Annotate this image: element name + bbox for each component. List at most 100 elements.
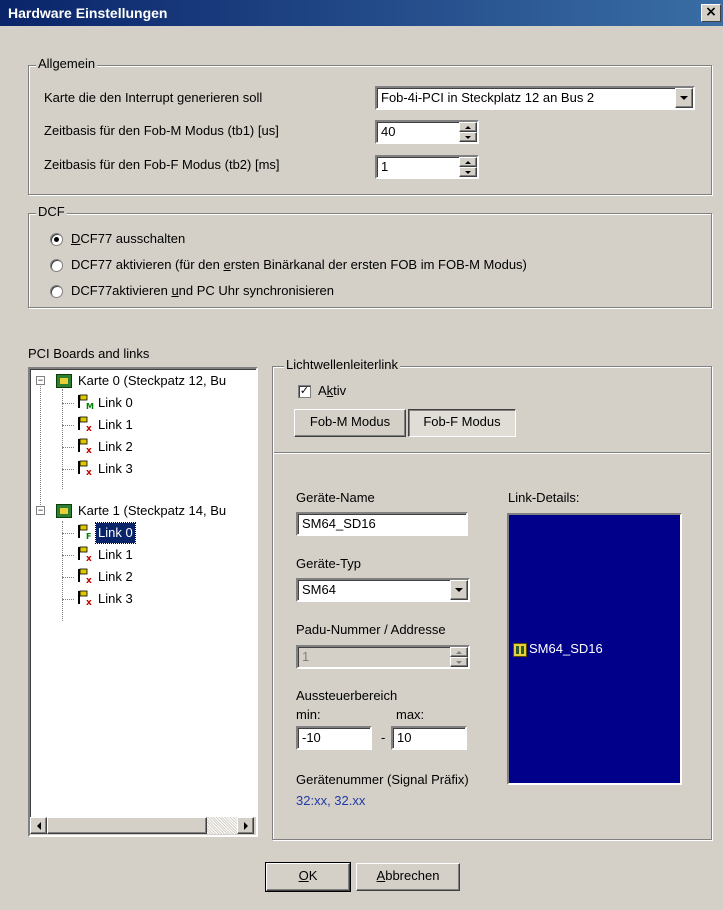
tree-link-label: Link 3 bbox=[98, 461, 133, 476]
pci-tree[interactable]: − Karte 0 (Steckpatz 12, Bu M Link 0 x L… bbox=[28, 367, 258, 837]
geraete-name-input[interactable]: SM64_SD16 bbox=[296, 512, 468, 536]
svg-text:x: x bbox=[86, 424, 92, 432]
radio-icon bbox=[50, 285, 63, 298]
ok-label: K bbox=[308, 868, 318, 883]
checkbox-checked-icon: ✓ bbox=[298, 385, 311, 398]
spin-down-icon bbox=[465, 135, 471, 139]
tb2-input[interactable]: 1 bbox=[375, 155, 479, 179]
spin-up-icon bbox=[465, 160, 471, 164]
svg-text:x: x bbox=[86, 598, 92, 606]
max-input[interactable]: 10 bbox=[391, 726, 467, 750]
tree-line bbox=[40, 381, 41, 511]
dcf-legend: DCF bbox=[36, 204, 67, 219]
tb2-spin-down[interactable] bbox=[459, 167, 477, 177]
chevron-down-icon bbox=[680, 96, 688, 100]
radio-icon bbox=[50, 259, 63, 272]
geraete-typ-select[interactable]: SM64 bbox=[296, 578, 470, 602]
device-icon bbox=[513, 643, 527, 657]
tb2-spin-up[interactable] bbox=[459, 157, 477, 167]
link-flag-icon: x bbox=[78, 416, 92, 432]
min-label: min: bbox=[296, 707, 321, 722]
close-button[interactable]: × bbox=[701, 4, 721, 22]
tree-link-label: Link 0 bbox=[98, 395, 133, 410]
pci-board-icon bbox=[56, 504, 72, 518]
tb2-label: Zeitbasis für den Fob-F Modus (tb2) [ms] bbox=[44, 157, 280, 172]
dcf-option-sync-label: DCF77aktivieren und PC Uhr synchronisier… bbox=[71, 283, 335, 298]
dcf-option-activate[interactable]: DCF77 aktivieren (für den ersten Binärka… bbox=[50, 257, 670, 275]
chevron-down-icon bbox=[455, 588, 463, 592]
interrupt-select[interactable]: Fob-4i-PCI in Steckplatz 12 an Bus 2 bbox=[375, 86, 695, 110]
tree-link-label: Link 1 bbox=[98, 417, 133, 432]
link-flag-icon: x bbox=[78, 460, 92, 476]
geraete-typ-dropdown-button[interactable] bbox=[450, 580, 468, 600]
padu-spin-up bbox=[450, 647, 468, 657]
svg-text:x: x bbox=[86, 468, 92, 476]
link-details-label: Link-Details: bbox=[508, 490, 580, 505]
spin-up-icon bbox=[465, 125, 471, 129]
geraete-typ-label: Geräte-Typ bbox=[296, 556, 362, 571]
cancel-label: bbrechen bbox=[385, 868, 440, 883]
interrupt-dropdown-button[interactable] bbox=[675, 88, 693, 108]
spin-down-icon bbox=[465, 170, 471, 174]
tb1-spin-down[interactable] bbox=[459, 132, 477, 142]
fob-m-mode-button[interactable]: Fob-M Modus bbox=[294, 409, 406, 437]
close-icon: × bbox=[705, 4, 717, 20]
collapse-icon[interactable]: − bbox=[36, 506, 45, 515]
link-legend: Lichtwellenleiterlink bbox=[284, 357, 400, 372]
cancel-button[interactable]: Abbrechen bbox=[356, 863, 460, 891]
tb2-value: 1 bbox=[381, 159, 389, 174]
geraete-typ-value: SM64 bbox=[302, 582, 336, 597]
max-label: max: bbox=[396, 707, 425, 722]
range-dash: - bbox=[381, 730, 386, 745]
geraetenummer-label: Gerätenummer (Signal Präfix) bbox=[296, 772, 469, 787]
device-item-label: SM64_SD16 bbox=[529, 641, 603, 656]
svg-text:x: x bbox=[86, 446, 92, 454]
tb1-spin-up[interactable] bbox=[459, 122, 477, 132]
geraetenummer-value: 32:xx, 32.xx bbox=[296, 793, 366, 808]
dcf-option-off-label: DCF77 ausschalten bbox=[71, 231, 186, 246]
link-flag-icon: M bbox=[78, 394, 94, 410]
dcf-option-activate-label: DCF77 aktivieren (für den ersten Binärka… bbox=[71, 257, 527, 272]
interrupt-select-value: Fob-4i-PCI in Steckplatz 12 an Bus 2 bbox=[381, 90, 595, 105]
padu-value: 1 bbox=[302, 649, 310, 664]
arrow-right-icon bbox=[243, 821, 248, 830]
title-bar: Hardware Einstellungen bbox=[0, 0, 723, 26]
svg-text:x: x bbox=[86, 554, 92, 562]
tree-horizontal-scrollbar[interactable] bbox=[30, 817, 256, 835]
aktiv-label: Aktiv bbox=[318, 383, 347, 398]
fob-f-mode-button[interactable]: Fob-F Modus bbox=[408, 409, 516, 437]
tree-line bbox=[62, 521, 63, 621]
padu-spin-down bbox=[450, 657, 468, 667]
link-flag-icon: x bbox=[78, 546, 92, 562]
dcf-option-off[interactable]: DCF77 ausschalten bbox=[50, 231, 350, 249]
tree-line bbox=[62, 389, 63, 489]
scrollbar-thumb[interactable] bbox=[47, 817, 207, 834]
padu-label: Padu-Nummer / Addresse bbox=[296, 622, 446, 637]
link-flag-icon: x bbox=[78, 438, 92, 454]
tb1-input[interactable]: 40 bbox=[375, 120, 479, 144]
ok-button[interactable]: OK bbox=[265, 862, 351, 892]
scroll-left-button[interactable] bbox=[30, 817, 47, 834]
window-title: Hardware Einstellungen bbox=[8, 5, 168, 21]
link-divider bbox=[274, 452, 710, 454]
min-input[interactable]: -10 bbox=[296, 726, 372, 750]
aktiv-checkbox[interactable]: ✓ Aktiv bbox=[296, 383, 376, 401]
dcf-option-sync[interactable]: DCF77aktivieren und PC Uhr synchronisier… bbox=[50, 283, 450, 301]
spin-down-icon bbox=[456, 660, 462, 664]
tb1-value: 40 bbox=[381, 124, 396, 139]
cancel-label-mnemonic: A bbox=[376, 868, 386, 883]
tb1-label: Zeitbasis für den Fob-M Modus (tb1) [us] bbox=[44, 123, 279, 138]
scroll-right-button[interactable] bbox=[237, 817, 254, 834]
svg-text:M: M bbox=[86, 402, 94, 410]
link-flag-icon: F bbox=[78, 524, 91, 540]
tree-board-label: Karte 0 (Steckpatz 12, Bu bbox=[78, 373, 227, 388]
tree-label: PCI Boards and links bbox=[28, 346, 150, 361]
svg-text:x: x bbox=[86, 576, 92, 584]
link-details-panel[interactable]: SM64_SD16 bbox=[507, 513, 682, 785]
collapse-icon[interactable]: − bbox=[36, 376, 45, 385]
ok-label-mnemonic: O bbox=[298, 868, 309, 883]
radio-selected-icon bbox=[50, 233, 63, 246]
tree-link-label: Link 1 bbox=[98, 547, 133, 562]
tree-link-label: Link 2 bbox=[98, 439, 133, 454]
interrupt-label: Karte die den Interrupt generieren soll bbox=[44, 90, 263, 105]
